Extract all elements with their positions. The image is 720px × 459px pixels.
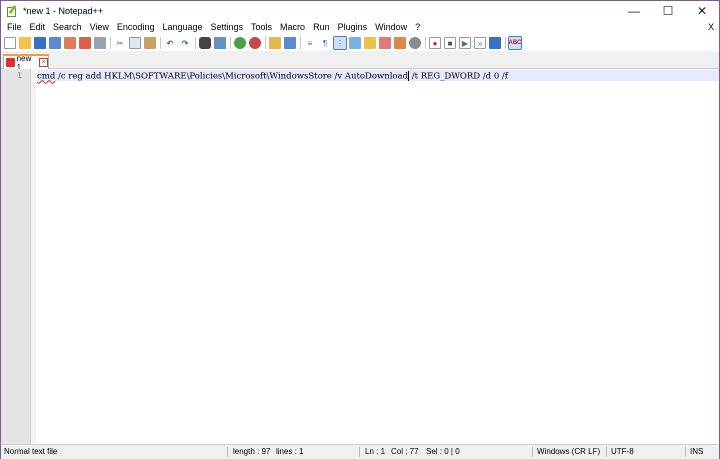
menu-edit[interactable]: Edit — [26, 20, 50, 35]
find-icon[interactable] — [199, 37, 211, 49]
tab-new-1[interactable]: new 1 × — [3, 54, 49, 72]
window-title: *new 1 - Notepad++ — [23, 5, 104, 16]
open-file-icon[interactable] — [19, 37, 31, 49]
line-number: 1 — [17, 71, 22, 80]
zoom-out-icon[interactable] — [249, 37, 261, 49]
notepad-window: *new 1 - Notepad++ — ☐ ✕ File Edit Searc… — [0, 0, 720, 459]
fold-margin[interactable] — [31, 69, 36, 444]
spell-check-icon[interactable]: ABC — [508, 36, 522, 50]
toolbar-separator — [195, 37, 196, 49]
menu-tools[interactable]: Tools — [247, 20, 276, 35]
status-bar: Normal text file length : 97 lines : 1 L… — [1, 444, 719, 459]
toolbar-separator — [505, 37, 506, 49]
status-col: Col : 77 — [391, 447, 419, 456]
tab-bar: new 1 × — [1, 53, 719, 72]
undo-icon[interactable]: ↶ — [164, 37, 176, 49]
toolbar-separator — [110, 37, 111, 49]
minimize-button[interactable]: — — [617, 1, 651, 20]
save-icon[interactable] — [34, 37, 46, 49]
paste-icon[interactable] — [144, 37, 156, 49]
toolbar-separator — [160, 37, 161, 49]
function-list-icon[interactable] — [379, 37, 391, 49]
menu-settings[interactable]: Settings — [207, 20, 248, 35]
save-macro-icon[interactable] — [489, 37, 501, 49]
copy-icon[interactable] — [129, 37, 141, 49]
code-text-before-caret: /c reg add HKLM\SOFTWARE\Policies\Micros… — [55, 71, 409, 82]
new-file-icon[interactable] — [4, 37, 16, 49]
menu-bar: File Edit Search View Encoding Language … — [1, 20, 719, 35]
status-mode[interactable]: INS — [690, 445, 703, 459]
maximize-button[interactable]: ☐ — [651, 1, 685, 20]
notepad-plus-plus-icon — [6, 4, 18, 17]
code-text-after-caret: /t REG_DWORD /d 0 /f — [409, 71, 508, 82]
menu-window[interactable]: Window — [371, 20, 411, 35]
title-bar[interactable]: *new 1 - Notepad++ — ☐ ✕ — [1, 1, 719, 20]
status-sel: Sel : 0 | 0 — [426, 447, 460, 456]
status-divider — [606, 447, 607, 457]
editor-area[interactable]: 1 cmd /c reg add HKLM\SOFTWARE\Policies\… — [1, 69, 719, 444]
menu-language[interactable]: Language — [158, 20, 206, 35]
run-macro-multiple-icon[interactable]: » — [474, 37, 486, 49]
line-number-gutter: 1 — [1, 69, 31, 444]
status-file-type: Normal text file — [4, 447, 58, 456]
menu-help[interactable]: ? — [411, 20, 424, 35]
unsaved-file-icon — [6, 58, 15, 67]
close-icon[interactable] — [64, 37, 76, 49]
play-macro-icon[interactable]: ▶ — [459, 37, 471, 49]
stop-recording-icon[interactable]: ■ — [444, 37, 456, 49]
status-divider — [685, 447, 686, 457]
replace-icon[interactable] — [214, 37, 226, 49]
menu-view[interactable]: View — [86, 20, 113, 35]
cut-icon[interactable]: ✂ — [114, 37, 126, 49]
status-encoding[interactable]: UTF-8 — [611, 445, 634, 459]
menu-file[interactable]: File — [3, 20, 26, 35]
status-divider — [359, 447, 360, 457]
sync-horizontal-icon[interactable] — [284, 37, 296, 49]
sync-vertical-icon[interactable] — [269, 37, 281, 49]
show-all-characters-icon[interactable]: ¶ — [319, 37, 331, 49]
status-eol[interactable]: Windows (CR LF) — [537, 445, 600, 459]
status-length: length : 97 — [233, 447, 271, 456]
indent-guide-icon[interactable]: ⋮ — [333, 36, 347, 50]
menu-run[interactable]: Run — [309, 20, 334, 35]
word-wrap-icon[interactable]: ≡ — [304, 37, 316, 49]
code-misspelled-word: cmd — [37, 71, 56, 82]
status-ln: Ln : 1 — [365, 447, 386, 456]
close-all-icon[interactable] — [79, 37, 91, 49]
status-divider — [532, 447, 533, 457]
toolbar: ✂ ↶ ↷ ≡ ¶ ⋮ ● ■ ▶ » ABC — [1, 35, 719, 51]
status-divider — [227, 447, 228, 457]
menu-encoding[interactable]: Encoding — [113, 20, 159, 35]
menu-plugins[interactable]: Plugins — [334, 20, 372, 35]
tab-close-icon[interactable]: × — [39, 58, 48, 67]
print-icon[interactable] — [94, 37, 106, 49]
save-all-icon[interactable] — [49, 37, 61, 49]
record-macro-icon[interactable]: ● — [429, 37, 441, 49]
user-defined-language-icon[interactable] — [349, 37, 361, 49]
close-button[interactable]: ✕ — [685, 1, 719, 20]
toolbar-separator — [425, 37, 426, 49]
menu-macro[interactable]: Macro — [276, 20, 309, 35]
close-document-button[interactable]: X — [708, 20, 714, 35]
status-lines: lines : 1 — [276, 447, 304, 456]
document-map-icon[interactable] — [364, 37, 376, 49]
redo-icon[interactable]: ↷ — [179, 37, 191, 49]
toolbar-separator — [300, 37, 301, 49]
toolbar-separator — [230, 37, 231, 49]
window-controls: — ☐ ✕ — [617, 1, 719, 20]
code-line[interactable]: cmd /c reg add HKLM\SOFTWARE\Policies\Mi… — [37, 71, 508, 82]
menu-search[interactable]: Search — [49, 20, 86, 35]
toolbar-separator — [265, 37, 266, 49]
zoom-in-icon[interactable] — [234, 37, 246, 49]
folder-as-workspace-icon[interactable] — [394, 37, 406, 49]
monitoring-icon[interactable] — [409, 37, 421, 49]
